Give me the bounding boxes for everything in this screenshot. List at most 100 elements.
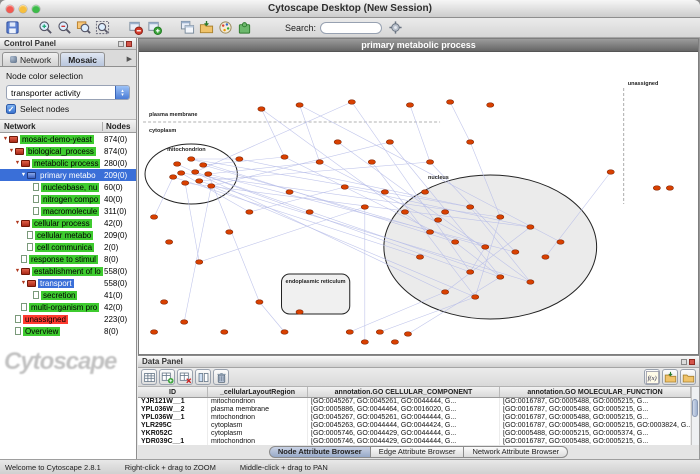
tree-item-transport[interactable]: ▼transport558(0)	[0, 277, 136, 289]
network-node[interactable]	[200, 163, 207, 168]
create-attribute-icon[interactable]	[159, 369, 175, 385]
network-node[interactable]	[426, 230, 433, 235]
network-node[interactable]	[416, 255, 423, 260]
network-node[interactable]	[527, 280, 534, 285]
table-scrollbar[interactable]	[691, 387, 699, 445]
network-node[interactable]	[170, 175, 177, 180]
tree-item-overview[interactable]: Overview8(0)	[0, 325, 136, 337]
network-node[interactable]	[497, 275, 504, 280]
expander-icon[interactable]: ▼	[20, 172, 27, 178]
close-panel-icon[interactable]	[126, 41, 132, 47]
network-node[interactable]	[452, 240, 459, 245]
search-config-icon[interactable]	[386, 19, 404, 37]
network-node[interactable]	[150, 330, 157, 335]
network-node[interactable]	[441, 290, 448, 295]
network-node[interactable]	[482, 245, 489, 250]
tree-item-unassigned[interactable]: unassigned223(0)	[0, 313, 136, 325]
tree-item-cell-communica[interactable]: cell communica2(0)	[0, 241, 136, 253]
import-network-icon[interactable]	[197, 19, 215, 37]
network-node[interactable]	[607, 170, 614, 175]
network-node[interactable]	[666, 186, 673, 191]
network-node[interactable]	[256, 300, 263, 305]
network-node[interactable]	[281, 155, 288, 160]
network-node[interactable]	[346, 330, 353, 335]
network-node[interactable]	[557, 240, 564, 245]
network-node[interactable]	[361, 205, 368, 210]
network-node[interactable]	[467, 205, 474, 210]
column-header-cellularlayoutregion[interactable]: _cellularLayoutRegion	[208, 387, 308, 397]
network-node[interactable]	[467, 270, 474, 275]
expander-icon[interactable]: ▼	[14, 160, 21, 166]
network-node[interactable]	[542, 255, 549, 260]
select-nodes-checkbox[interactable]: ✓ Select nodes	[6, 104, 130, 114]
network-node[interactable]	[368, 160, 375, 165]
network-node[interactable]	[426, 160, 433, 165]
zoom-selected-icon[interactable]	[74, 19, 92, 37]
network-node[interactable]	[160, 300, 167, 305]
table-row-ydr039c-1[interactable]: YDR039C__1mitochondrion[GO:0005746, GO:0…	[138, 438, 691, 445]
tree-item-establishment-of-lo[interactable]: ▼establishment of lo558(0)	[0, 265, 136, 277]
network-canvas[interactable]: plasma membranecytoplasmmitochondrionnuc…	[139, 52, 698, 354]
expander-icon[interactable]: ▼	[14, 220, 21, 226]
network-node[interactable]	[334, 140, 341, 145]
expander-icon[interactable]: ▼	[2, 136, 9, 142]
network-node[interactable]	[376, 330, 383, 335]
network-node[interactable]	[653, 186, 660, 191]
network-node[interactable]	[527, 225, 534, 230]
tree-item-secretion[interactable]: secretion41(0)	[0, 289, 136, 301]
expander-icon[interactable]: ▼	[20, 280, 27, 286]
tree-item-biological-process[interactable]: ▼biological_process874(0)	[0, 145, 136, 157]
network-node[interactable]	[286, 190, 293, 195]
network-manager-icon[interactable]	[178, 19, 196, 37]
zoom-fit-icon[interactable]	[93, 19, 111, 37]
table-row-yjr121w-1[interactable]: YJR121W__1mitochondrion[GO:0045267, GO:0…	[138, 398, 691, 406]
search-input[interactable]	[320, 22, 382, 34]
tree-item-cellular-process[interactable]: ▼cellular process42(0)	[0, 217, 136, 229]
network-node[interactable]	[178, 171, 185, 176]
network-node[interactable]	[512, 250, 519, 255]
network-node[interactable]	[404, 332, 411, 337]
tab-node-attribute-browser[interactable]: Node Attribute Browser	[269, 446, 371, 458]
tree-item-multi-organism-pro[interactable]: multi-organism pro42(0)	[0, 301, 136, 313]
trash-icon[interactable]	[213, 369, 229, 385]
tree-item-macromolecule[interactable]: macromolecule311(0)	[0, 205, 136, 217]
scrollbar-thumb[interactable]	[692, 399, 698, 417]
zoom-window-button[interactable]	[32, 5, 40, 13]
window-titlebar[interactable]: Cytoscape Desktop (New Session)	[0, 0, 700, 18]
zoom-in-icon[interactable]	[36, 19, 54, 37]
tree-item-mosaic-demo-yeast[interactable]: ▼mosaic-demo-yeast874(0)	[0, 133, 136, 145]
network-node[interactable]	[208, 184, 215, 189]
network-node[interactable]	[182, 181, 189, 186]
network-node[interactable]	[401, 210, 408, 215]
network-node[interactable]	[174, 162, 181, 167]
table-row-ypl036w-2[interactable]: YPL036W__2plasma membrane[GO:0005886, GO…	[138, 406, 691, 414]
tab-mosaic[interactable]: Mosaic	[60, 52, 105, 66]
network-node[interactable]	[472, 295, 479, 300]
select-attributes-icon[interactable]	[141, 369, 157, 385]
network-node[interactable]	[188, 157, 195, 162]
network-node[interactable]	[246, 210, 253, 215]
network-node[interactable]	[421, 190, 428, 195]
network-node[interactable]	[226, 230, 233, 235]
vizmapper-icon[interactable]	[216, 19, 234, 37]
column-header-id[interactable]: ID	[138, 387, 208, 397]
column-header-annotation-go-molecular-function[interactable]: annotation.GO MOLECULAR_FUNCTION	[500, 387, 691, 397]
tab-scroll-right-icon[interactable]: ▶	[127, 55, 134, 66]
tab-network[interactable]: Network	[2, 52, 59, 66]
network-node[interactable]	[150, 215, 157, 220]
network-node[interactable]	[306, 210, 313, 215]
tree-item-nucleobase-nu[interactable]: nucleobase, nu60(0)	[0, 181, 136, 193]
save-icon[interactable]	[3, 19, 21, 37]
network-node[interactable]	[221, 330, 228, 335]
network-node[interactable]	[487, 103, 494, 108]
network-node[interactable]	[296, 310, 303, 315]
float-panel-icon[interactable]	[118, 41, 124, 47]
expander-icon[interactable]: ▼	[14, 268, 21, 274]
column-layout-icon[interactable]	[195, 369, 211, 385]
create-network-view-icon[interactable]	[145, 19, 163, 37]
table-row-ylr295c[interactable]: YLR295Ccytoplasm[GO:0045263, GO:0044444,…	[138, 422, 691, 430]
network-node[interactable]	[165, 240, 172, 245]
tree-item-response-to-stimul[interactable]: response to stimul8(0)	[0, 253, 136, 265]
plugin-manager-icon[interactable]	[235, 19, 253, 37]
network-node[interactable]	[406, 103, 413, 108]
